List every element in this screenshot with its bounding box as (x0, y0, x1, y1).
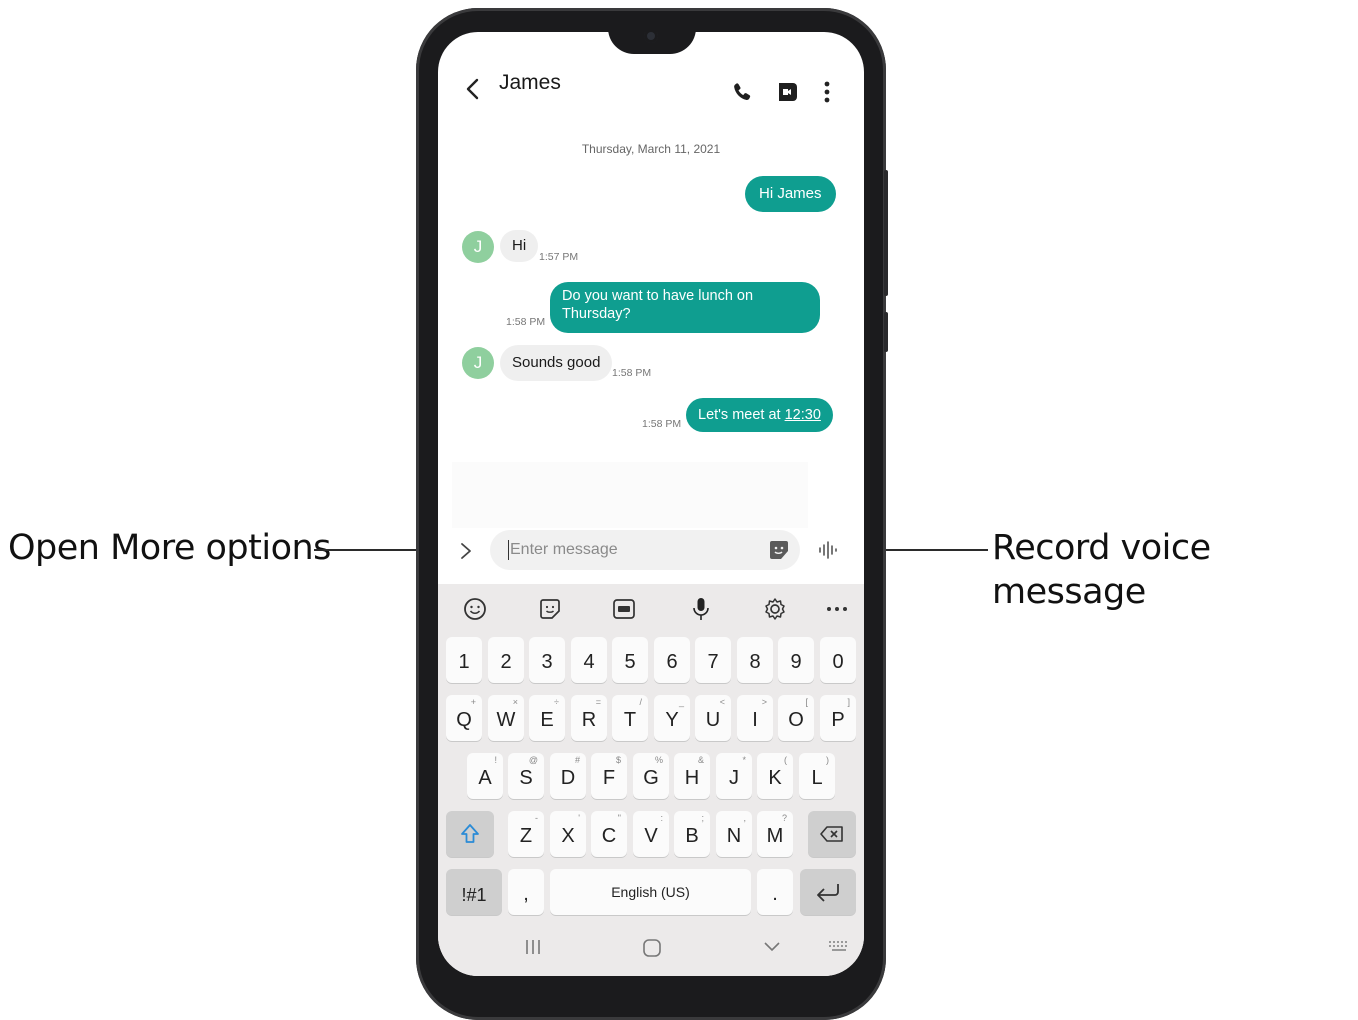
suggestion-area (452, 462, 808, 528)
power-button (884, 312, 888, 352)
key-6[interactable]: 6 (654, 637, 690, 683)
key-r[interactable]: = R (571, 695, 607, 741)
key-8[interactable]: 8 (737, 637, 773, 683)
backspace-icon (820, 826, 843, 842)
message-time: 1:58 PM (642, 418, 682, 430)
key-e[interactable]: ÷ E (529, 695, 565, 741)
key-k[interactable]: (K (757, 753, 793, 799)
key-c[interactable]: " C (591, 811, 627, 857)
message-time: 1:57 PM (539, 251, 579, 263)
key-q[interactable]: + Q (446, 695, 482, 741)
symbols-key[interactable]: !#1 (446, 869, 502, 915)
message-bubble-outgoing[interactable]: Hi James (745, 176, 836, 212)
key-w[interactable]: × W (488, 695, 524, 741)
key-z[interactable]: -Z (508, 811, 544, 857)
key-h[interactable]: & H (674, 753, 710, 799)
emoji-icon[interactable] (462, 596, 488, 622)
enter-key[interactable] (800, 869, 856, 915)
key-2[interactable]: 2 (488, 637, 524, 683)
avatar[interactable]: J (462, 231, 494, 263)
message-input[interactable]: Enter message (490, 530, 800, 570)
key-5[interactable]: 5 (612, 637, 648, 683)
backspace-key[interactable] (808, 811, 856, 857)
message-text-line: Thursday? (562, 306, 631, 322)
microphone-icon[interactable] (688, 596, 714, 622)
message-text: Sounds good (512, 354, 601, 371)
message-bubble-outgoing[interactable]: Let's meet at 12:30 (686, 398, 833, 432)
key-s[interactable]: @ S (508, 753, 544, 799)
keyboard: 1 2 3 4 5 6 7 8 9 0 + Q × W ÷ E = R / T _ Y < U… (438, 584, 864, 976)
contact-name: James (499, 71, 561, 94)
key-i[interactable]: > I (737, 695, 773, 741)
sticker-icon[interactable] (768, 540, 790, 560)
key-l[interactable]: ) L (799, 753, 835, 799)
message-bubble-outgoing[interactable]: Do you want to have lunch on Thursday? (550, 282, 820, 333)
key-n[interactable]: ,N (716, 811, 752, 857)
back-chevron-icon[interactable] (762, 938, 782, 956)
key-o[interactable]: [O (778, 695, 814, 741)
key-y[interactable]: _ Y (654, 695, 690, 741)
key-g[interactable]: % G (633, 753, 669, 799)
key-b[interactable]: ; B (674, 811, 710, 857)
key-f[interactable]: $ F (591, 753, 627, 799)
key-3[interactable]: 3 (529, 637, 565, 683)
callout-record-voice-message: Record voice message (992, 528, 1211, 612)
key-j[interactable]: * J (716, 753, 752, 799)
key-m[interactable]: ? M (757, 811, 793, 857)
key-x[interactable]: ' X (550, 811, 586, 857)
message-text: Let's meet at (698, 407, 785, 423)
video-call-icon[interactable] (775, 81, 799, 103)
home-icon[interactable] (642, 938, 662, 958)
call-icon[interactable] (730, 80, 754, 104)
key-u[interactable]: < U (695, 695, 731, 741)
key-1[interactable]: 1 (446, 637, 482, 683)
key-p[interactable]: ] P (820, 695, 856, 741)
key-9[interactable]: 9 (778, 637, 814, 683)
keyboard-icon[interactable] (828, 938, 850, 954)
enter-icon (817, 884, 839, 902)
comma-key[interactable]: , (508, 869, 544, 915)
message-input-placeholder: Enter message (510, 541, 618, 558)
message-text-line: Do you want to have lunch on (562, 288, 754, 304)
recents-icon[interactable] (524, 938, 542, 956)
settings-icon[interactable] (762, 596, 788, 622)
message-bubble-incoming[interactable]: Hi (500, 230, 539, 262)
more-vert-icon[interactable] (822, 80, 832, 104)
voice-waveform-icon[interactable] (818, 540, 840, 560)
shift-icon (461, 824, 479, 843)
text-cursor (508, 540, 509, 560)
message-time: 1:58 PM (506, 316, 546, 328)
shift-key[interactable] (446, 811, 494, 857)
gif-icon[interactable] (611, 596, 637, 622)
key-v[interactable]: :V (633, 811, 669, 857)
avatar[interactable]: J (462, 347, 494, 379)
sticker-icon[interactable] (537, 596, 563, 622)
key-d[interactable]: # D (550, 753, 586, 799)
message-bubble-incoming[interactable]: Sounds good (500, 345, 613, 381)
key-4[interactable]: 4 (571, 637, 607, 683)
space-key[interactable]: English (US) (550, 869, 751, 915)
back-icon[interactable] (462, 76, 484, 102)
message-text: Hi James (759, 185, 822, 202)
key-7[interactable]: 7 (695, 637, 731, 683)
key-t[interactable]: / T (612, 695, 648, 741)
chevron-right-icon[interactable] (458, 540, 474, 562)
key-0[interactable]: 0 (820, 637, 856, 683)
phone-screen: James Thursday, March 11, 2021 Hi James … (438, 32, 864, 976)
time-link[interactable]: 12:30 (785, 407, 821, 423)
callout-open-more-options: Open More options (8, 528, 331, 568)
volume-button (884, 170, 888, 296)
key-a[interactable]: ! A (467, 753, 503, 799)
message-time: 1:58 PM (612, 367, 652, 379)
date-separator: Thursday, March 11, 2021 (581, 142, 721, 156)
period-key[interactable]: . (757, 869, 793, 915)
more-horiz-icon[interactable] (824, 596, 850, 622)
message-text: Hi (512, 237, 527, 254)
